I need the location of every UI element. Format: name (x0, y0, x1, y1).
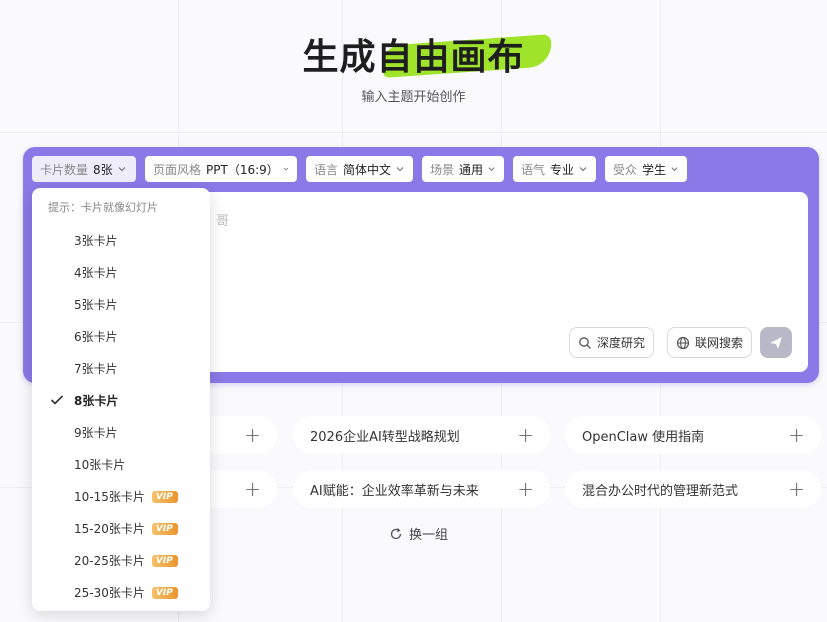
chevron-down-icon (283, 167, 289, 171)
deep-research-label: 深度研究 (597, 336, 646, 350)
option-label: 25-30张卡片 VIP (74, 584, 178, 601)
globe-icon (676, 336, 690, 349)
input-placeholder-fragment: 哥 (216, 214, 230, 229)
suggestion-text: 2026企业AI转型战略规划 (310, 429, 460, 445)
option-label: 5张卡片 (74, 297, 118, 312)
plus-icon[interactable]: + (788, 425, 805, 445)
send-button[interactable] (760, 327, 792, 358)
plus-icon[interactable]: + (517, 425, 534, 445)
language-select[interactable]: 语言 简体中文 (306, 156, 413, 182)
search-icon (579, 336, 591, 349)
option-label: 10-15张卡片 VIP (74, 488, 178, 505)
chevron-down-icon (396, 167, 404, 172)
dropdown-option[interactable]: 10张卡片 (32, 448, 210, 480)
dropdown-hint: 提示：卡片就像幻灯片 (48, 201, 158, 214)
vip-badge: VIP (151, 587, 178, 599)
dropdown-option[interactable]: 7张卡片 (32, 352, 210, 384)
option-label: 语言 (314, 162, 339, 177)
plus-icon[interactable]: + (788, 479, 805, 499)
dropdown-option[interactable]: 8张卡片 (32, 384, 210, 416)
option-label: 9张卡片 (74, 425, 118, 440)
option-value: 简体中文 (343, 162, 392, 177)
audience-select[interactable]: 受众 学生 (605, 156, 687, 182)
option-label: 页面风格 (153, 162, 202, 177)
suggestion-card[interactable]: 混合办公时代的管理新范式 + (565, 470, 821, 508)
dropdown-option[interactable]: 25-30张卡片 VIP (32, 576, 210, 608)
vip-badge: VIP (151, 555, 178, 567)
suggestion-card[interactable]: AI赋能：企业效率革新与未来 + (293, 470, 550, 508)
plus-icon[interactable]: + (244, 479, 261, 499)
suggestion-text: AI赋能：企业效率革新与未来 (310, 483, 479, 499)
deep-research-button[interactable]: 深度研究 (569, 327, 655, 358)
refresh-icon (390, 527, 402, 539)
page-title: 生成自由画布 (0, 28, 827, 80)
option-label: 10张卡片 (74, 457, 126, 472)
dropdown-option[interactable]: 3张卡片 (32, 224, 210, 256)
scene-select[interactable]: 场景 通用 (422, 156, 504, 182)
option-label: 7张卡片 (74, 361, 118, 376)
option-label: 15-20张卡片 VIP (74, 520, 178, 537)
page-subtitle: 输入主题开始创作 (361, 90, 466, 105)
refresh-label: 换一组 (409, 528, 449, 543)
option-label: 20-25张卡片 VIP (74, 552, 178, 569)
dropdown-option[interactable]: 5张卡片 (32, 288, 210, 320)
title-part2: 自由画布 (376, 37, 525, 78)
chevron-down-icon (488, 167, 495, 172)
tone-select[interactable]: 语气 专业 (513, 156, 596, 182)
web-search-label: 联网搜索 (695, 336, 744, 350)
dropdown-option[interactable]: 4张卡片 (32, 256, 210, 288)
dropdown-option[interactable]: 20-25张卡片 VIP (32, 544, 210, 576)
dropdown-option[interactable]: 9张卡片 (32, 416, 210, 448)
check-icon (50, 395, 64, 405)
card-count-select[interactable]: 卡片数量 8张 (32, 156, 136, 182)
option-label: 8张卡片 (74, 393, 119, 408)
suggestion-card[interactable]: OpenClaw 使用指南 + (565, 416, 821, 454)
send-icon (770, 336, 782, 349)
options-bar: 卡片数量 8张 页面风格 PPT（16:9） 语言 简体中文 场景 通用 语气 专业 受众 学生 (32, 156, 687, 182)
web-search-button[interactable]: 联网搜索 (667, 327, 753, 358)
page-style-select[interactable]: 页面风格 PPT（16:9） (145, 156, 297, 182)
option-value: 8张 (93, 162, 113, 177)
option-label: 4张卡片 (74, 265, 118, 280)
title-part1: 生成 (302, 37, 377, 78)
option-value: PPT（16:9） (206, 162, 279, 177)
plus-icon[interactable]: + (517, 479, 534, 499)
option-label: 场景 (430, 162, 455, 177)
chevron-down-icon (118, 167, 126, 172)
option-label: 受众 (613, 162, 638, 177)
option-value: 专业 (550, 162, 575, 177)
option-value: 通用 (459, 162, 484, 177)
dropdown-option[interactable]: 15-20张卡片 VIP (32, 512, 210, 544)
dropdown-option[interactable]: 10-15张卡片 VIP (32, 480, 210, 512)
option-label: 语气 (521, 162, 546, 177)
suggestion-card[interactable]: 2026企业AI转型战略规划 + (293, 416, 550, 454)
vip-badge: VIP (151, 523, 178, 535)
chevron-down-icon (671, 167, 678, 172)
chevron-down-icon (579, 167, 587, 172)
suggestion-text: OpenClaw 使用指南 (582, 429, 705, 445)
refresh-button[interactable]: 换一组 (389, 524, 448, 543)
suggestion-text: 混合办公时代的管理新范式 (582, 483, 739, 499)
option-label: 6张卡片 (74, 329, 118, 344)
vip-badge: VIP (151, 491, 178, 503)
dropdown-option[interactable]: 6张卡片 (32, 320, 210, 352)
option-label: 卡片数量 (40, 162, 89, 177)
card-count-dropdown: 提示：卡片就像幻灯片 3张卡片 4张卡片 5张卡片 6张卡片 7张卡片 8张卡片 9张卡片 1… (32, 188, 210, 611)
option-value: 学生 (642, 162, 667, 177)
option-label: 3张卡片 (74, 233, 118, 248)
plus-icon[interactable]: + (244, 425, 261, 445)
